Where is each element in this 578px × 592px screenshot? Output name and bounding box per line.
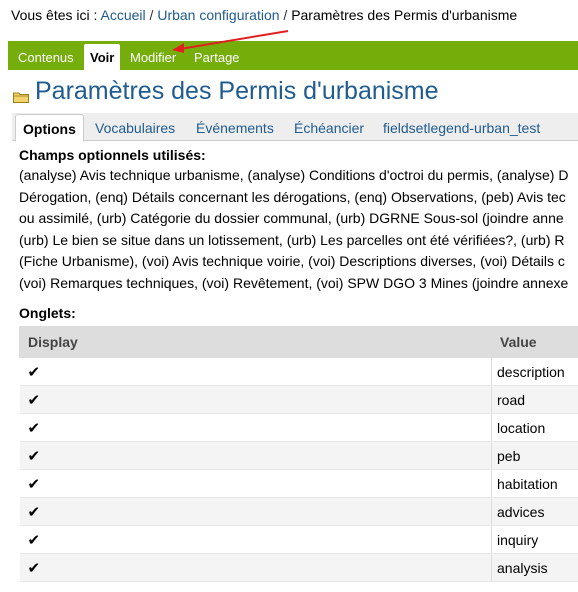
- champs-line: (voi) Remarques techniques, (voi) Revête…: [19, 274, 569, 291]
- checkmark-icon: ✔: [27, 363, 41, 381]
- champs-label: Champs optionnels utilisés:: [19, 147, 206, 163]
- value-cell: location: [491, 413, 578, 442]
- display-cell: ✔: [19, 357, 492, 386]
- value-cell: road: [491, 385, 578, 414]
- value-cell: inquiry: [491, 525, 578, 554]
- column-header-value: Value: [491, 326, 578, 358]
- display-cell: ✔: [19, 385, 492, 414]
- column-header-display: Display: [19, 326, 492, 358]
- checkmark-icon: ✔: [27, 447, 41, 465]
- breadcrumb-separator: /: [283, 7, 288, 23]
- checkmark-icon: ✔: [27, 559, 41, 577]
- value-cell: peb: [491, 441, 578, 470]
- checkmark-icon: ✔: [27, 475, 41, 493]
- tab-voir[interactable]: Voir: [84, 44, 121, 70]
- table-row: ✔ advices: [19, 497, 578, 526]
- champs-section: Champs optionnels utilisés:: [19, 146, 578, 164]
- page-title: Paramètres des Permis d'urbanisme: [35, 77, 439, 105]
- folder-icon: [13, 92, 29, 103]
- annotation-arrow: [172, 30, 289, 53]
- champs-line: (analyse) Avis technique urbanisme, (ana…: [19, 167, 569, 183]
- value-cell: habitation: [491, 469, 578, 498]
- display-cell: ✔: [19, 497, 492, 526]
- breadcrumb-urban-config-link[interactable]: Urban configuration: [157, 7, 279, 23]
- checkmark-icon: ✔: [27, 391, 41, 409]
- champs-list: (analyse) Avis technique urbanisme, (ana…: [19, 165, 578, 295]
- table-row: ✔ road: [19, 385, 578, 414]
- display-cell: ✔: [19, 413, 492, 442]
- tab-evenements[interactable]: Événements: [196, 114, 274, 140]
- table-row: ✔ peb: [19, 441, 578, 470]
- champs-line: (urb) Le bien se situe dans un lotisseme…: [19, 231, 565, 248]
- table-row: ✔ inquiry: [19, 525, 578, 554]
- tab-fieldsetlegend-urban-test[interactable]: fieldsetlegend-urban_test: [383, 114, 540, 140]
- breadcrumb-home-link[interactable]: Accueil: [101, 7, 146, 23]
- onglets-table: Display Value ✔ description ✔ road ✔ location…: [19, 326, 578, 582]
- table-row: ✔ habitation: [19, 469, 578, 498]
- breadcrumb-current: Paramètres des Permis d'urbanisme: [291, 7, 518, 23]
- tab-contenus[interactable]: Contenus: [18, 41, 74, 70]
- onglets-label: Onglets:: [19, 305, 76, 321]
- breadcrumb: Vous êtes ici : Accueil / Urban configur…: [11, 6, 517, 24]
- checkmark-icon: ✔: [27, 419, 41, 437]
- table-row: ✔ location: [19, 413, 578, 442]
- value-cell: analysis: [491, 553, 578, 582]
- table-row: ✔ description: [19, 357, 578, 386]
- content-actions-bar: Contenus Voir Modifier Partage: [8, 41, 578, 70]
- champs-line: (Fiche Urbanisme), (voi) Avis technique …: [19, 253, 565, 269]
- display-cell: ✔: [19, 469, 492, 498]
- breadcrumb-prefix: Vous êtes ici :: [11, 7, 98, 23]
- fieldset-tabs: Options Vocabulaires Événements Échéanci…: [12, 114, 578, 142]
- tab-options[interactable]: Options: [15, 114, 84, 142]
- checkmark-icon: ✔: [27, 531, 41, 549]
- breadcrumb-separator: /: [149, 7, 154, 23]
- display-cell: ✔: [19, 553, 492, 582]
- value-cell: advices: [491, 497, 578, 526]
- table-row: ✔ analysis: [19, 553, 578, 582]
- display-cell: ✔: [19, 525, 492, 554]
- value-cell: description: [491, 357, 578, 386]
- champs-line: Dérogation, (enq) Détails concernant les…: [19, 188, 566, 205]
- checkmark-icon: ✔: [27, 503, 41, 521]
- champs-line: ou assimilé, (urb) Catégorie du dossier …: [19, 210, 564, 226]
- tab-vocabulaires[interactable]: Vocabulaires: [95, 114, 175, 140]
- tab-echeancier[interactable]: Échéancier: [294, 114, 364, 140]
- display-cell: ✔: [19, 441, 492, 470]
